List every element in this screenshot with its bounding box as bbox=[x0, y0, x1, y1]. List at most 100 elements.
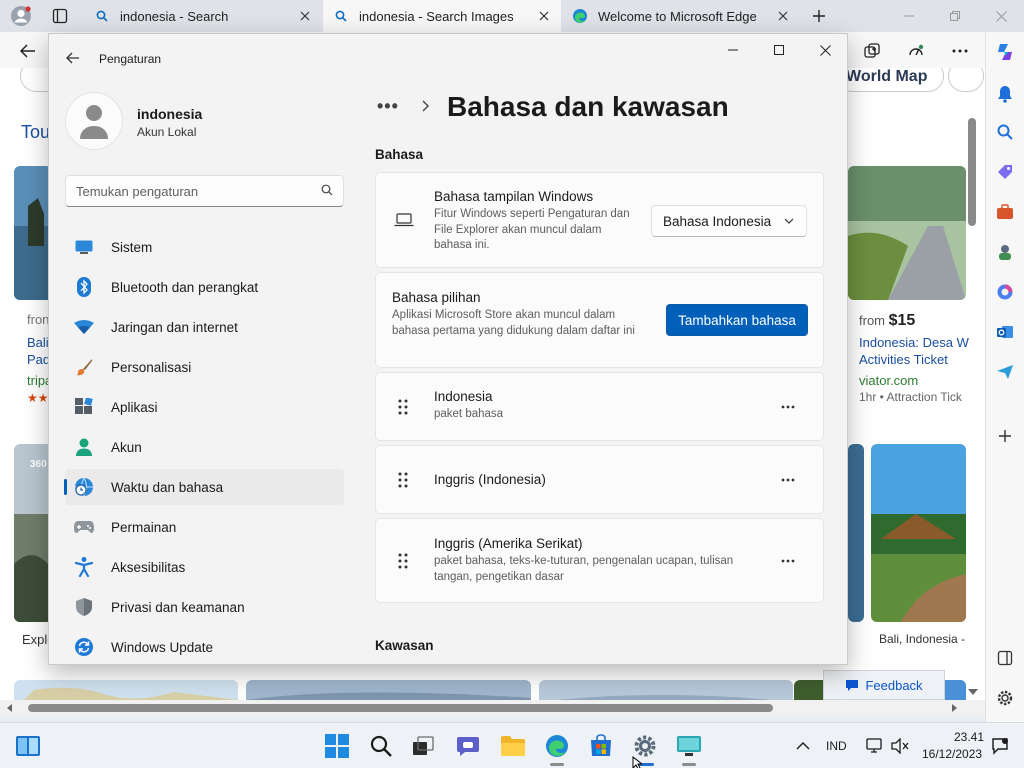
clock-date[interactable]: 16/12/2023 bbox=[922, 747, 982, 761]
shopping-tag-icon[interactable] bbox=[993, 160, 1017, 184]
more-options-icon[interactable] bbox=[778, 397, 798, 417]
minimize-icon[interactable] bbox=[886, 0, 932, 32]
nav-item-personalisasi[interactable]: Personalisasi bbox=[65, 349, 344, 385]
window-title: Pengaturan bbox=[99, 52, 162, 66]
minimize-icon[interactable] bbox=[710, 36, 756, 64]
tour-image[interactable] bbox=[14, 166, 52, 300]
nav-label: Bluetooth dan perangkat bbox=[111, 279, 259, 295]
nav-item-sistem[interactable]: Sistem bbox=[65, 229, 344, 265]
scroll-left-icon[interactable] bbox=[6, 704, 14, 712]
close-tab-icon[interactable] bbox=[772, 5, 794, 27]
preferred-languages-card: Bahasa pilihan Aplikasi Microsoft Store … bbox=[375, 272, 824, 368]
add-language-button[interactable]: Tambahkan bahasa bbox=[666, 304, 808, 336]
search-icon[interactable] bbox=[993, 120, 1017, 144]
language-row[interactable]: Inggris (Amerika Serikat) paket bahasa, … bbox=[375, 518, 824, 603]
feedback-button[interactable]: Feedback bbox=[823, 670, 945, 700]
language-row[interactable]: Indonesia paket bahasa bbox=[375, 372, 824, 441]
nav-item-bluetooth[interactable]: Bluetooth dan perangkat bbox=[65, 269, 344, 305]
globe-clock-icon bbox=[73, 476, 95, 498]
workspaces-icon[interactable] bbox=[47, 4, 73, 28]
task-view-icon[interactable] bbox=[408, 731, 438, 761]
close-tab-icon[interactable] bbox=[533, 5, 555, 27]
nav-item-akun[interactable]: Akun bbox=[65, 429, 344, 465]
notification-icon[interactable] bbox=[985, 731, 1015, 761]
more-options-icon[interactable] bbox=[778, 551, 798, 571]
microsoft365-icon[interactable] bbox=[993, 280, 1017, 304]
search-input[interactable] bbox=[76, 182, 306, 200]
remote-desktop-icon[interactable] bbox=[674, 731, 704, 761]
maximize-icon[interactable] bbox=[756, 36, 802, 64]
start-icon[interactable] bbox=[322, 731, 352, 761]
volume-muted-icon[interactable] bbox=[885, 731, 915, 761]
performance-icon[interactable] bbox=[902, 38, 930, 64]
nav-item-privasi[interactable]: Privasi dan keamanan bbox=[65, 589, 344, 625]
more-options-icon[interactable] bbox=[778, 470, 798, 490]
send-icon[interactable] bbox=[993, 360, 1017, 384]
section-heading: Tou bbox=[21, 122, 51, 142]
close-icon[interactable] bbox=[802, 36, 847, 64]
close-tab-icon[interactable] bbox=[294, 5, 316, 27]
tools-icon[interactable] bbox=[993, 200, 1017, 224]
drag-handle-icon[interactable] bbox=[398, 472, 408, 488]
breadcrumb-more[interactable]: ••• bbox=[377, 96, 399, 117]
tour-title[interactable]: Pad bbox=[27, 352, 50, 367]
more-options-icon[interactable] bbox=[946, 38, 974, 64]
nav-item-aksesibilitas[interactable]: Aksesibilitas bbox=[65, 549, 344, 585]
filter-pill[interactable] bbox=[948, 68, 984, 92]
back-arrow-icon[interactable] bbox=[63, 48, 83, 68]
display-language-dropdown[interactable]: Bahasa Indonesia bbox=[651, 205, 807, 237]
split-screen-icon[interactable] bbox=[993, 646, 1017, 670]
nav-item-aplikasi[interactable]: Aplikasi bbox=[65, 389, 344, 425]
world-map-label[interactable]: World Map bbox=[846, 68, 927, 86]
nav-item-jaringan[interactable]: Jaringan dan internet bbox=[65, 309, 344, 345]
scroll-down-icon[interactable] bbox=[968, 688, 978, 696]
outlook-icon[interactable] bbox=[993, 320, 1017, 344]
drag-handle-icon[interactable] bbox=[398, 553, 408, 569]
section-heading-kawasan: Kawasan bbox=[375, 638, 434, 653]
clock-time[interactable]: 23.41 bbox=[954, 730, 984, 744]
restore-icon[interactable] bbox=[932, 0, 978, 32]
profile-icon[interactable] bbox=[8, 4, 34, 28]
notification-bell-icon[interactable] bbox=[993, 82, 1017, 106]
language-row[interactable]: Inggris (Indonesia) bbox=[375, 445, 824, 514]
input-language-indicator[interactable]: IND bbox=[826, 739, 847, 753]
widgets-icon[interactable] bbox=[13, 731, 43, 761]
tab-search-images[interactable]: indonesia - Search Images bbox=[323, 0, 561, 32]
scrollbar-thumb[interactable] bbox=[28, 704, 773, 712]
panorama-image[interactable] bbox=[14, 444, 52, 622]
nav-item-waktu-bahasa[interactable]: Waktu dan bahasa bbox=[64, 469, 344, 505]
tab-search[interactable]: indonesia - Search bbox=[84, 0, 322, 32]
tour-title[interactable]: Activities Ticket bbox=[859, 352, 948, 367]
tour-image[interactable] bbox=[848, 166, 966, 300]
edge-icon[interactable] bbox=[542, 731, 572, 761]
collections-icon[interactable] bbox=[858, 38, 886, 64]
vertical-scrollbar-thumb[interactable] bbox=[968, 118, 976, 226]
drag-handle-icon[interactable] bbox=[398, 399, 408, 415]
tour-title[interactable]: Indonesia: Desa W bbox=[859, 335, 969, 350]
horizontal-scrollbar[interactable] bbox=[0, 689, 985, 716]
bluetooth-icon bbox=[73, 276, 95, 298]
back-arrow-icon[interactable] bbox=[14, 38, 42, 64]
games-icon[interactable] bbox=[993, 240, 1017, 264]
chat-icon[interactable] bbox=[453, 731, 483, 761]
search-icon[interactable] bbox=[366, 731, 396, 761]
avatar[interactable] bbox=[65, 92, 123, 150]
settings-search[interactable] bbox=[65, 175, 344, 207]
close-icon[interactable] bbox=[978, 0, 1024, 32]
store-icon[interactable] bbox=[586, 731, 616, 761]
add-icon[interactable] bbox=[993, 424, 1017, 448]
account-type: Akun Lokal bbox=[137, 125, 197, 139]
copilot-icon[interactable] bbox=[993, 40, 1017, 64]
chevron-up-icon[interactable] bbox=[788, 731, 818, 761]
nav-label: Waktu dan bahasa bbox=[111, 479, 224, 495]
tour-title[interactable]: Bali bbox=[27, 335, 49, 350]
tab-welcome-edge[interactable]: Welcome to Microsoft Edge bbox=[562, 0, 800, 32]
settings-gear-icon[interactable] bbox=[993, 686, 1017, 710]
scroll-right-icon[interactable] bbox=[950, 704, 958, 712]
file-explorer-icon[interactable] bbox=[498, 731, 528, 761]
bali-image[interactable] bbox=[871, 444, 966, 622]
nav-item-windows-update[interactable]: Windows Update bbox=[65, 629, 344, 664]
nav-item-permainan[interactable]: Permainan bbox=[65, 509, 344, 545]
new-tab-icon[interactable] bbox=[806, 4, 832, 28]
lake-image[interactable] bbox=[848, 444, 864, 622]
